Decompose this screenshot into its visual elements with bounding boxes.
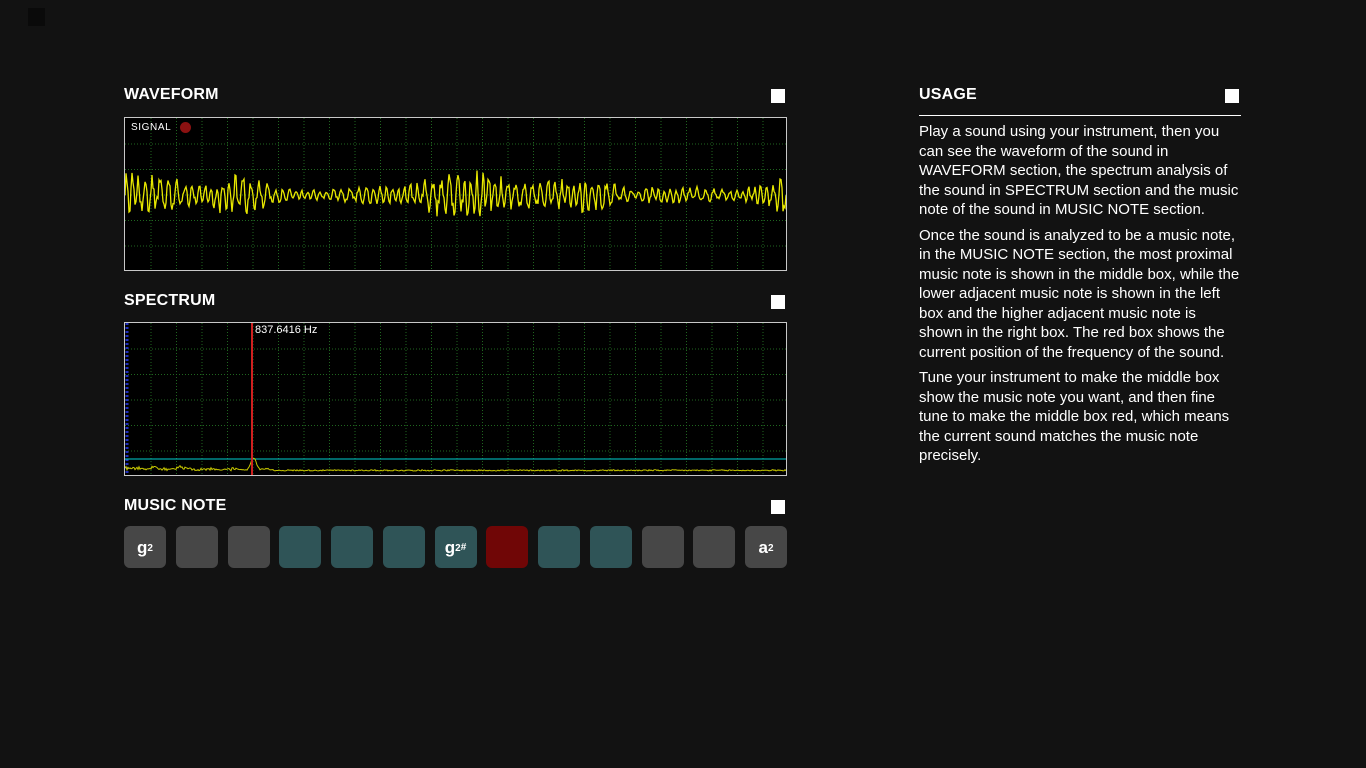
note-box-10 xyxy=(590,526,632,568)
waveform-plot xyxy=(125,118,786,270)
usage-paragraph-3: Tune your instrument to make the middle … xyxy=(919,368,1241,466)
music-note-section-title: MUSIC NOTE xyxy=(124,497,226,514)
usage-section-header: USAGE xyxy=(919,86,1241,106)
note-box-6 xyxy=(383,526,425,568)
note-box-7: g2# xyxy=(435,526,477,568)
waveform-section-square-icon[interactable] xyxy=(771,89,785,103)
signal-legend-label: SIGNAL xyxy=(131,122,171,133)
usage-section-title: USAGE xyxy=(919,86,977,103)
usage-divider xyxy=(919,115,1241,116)
spectrum-section-square-icon[interactable] xyxy=(771,295,785,309)
waveform-legend: SIGNAL xyxy=(131,122,191,133)
waveform-section-title: WAVEFORM xyxy=(124,86,219,103)
music-note-boxes: g2 g2# a2 xyxy=(124,526,787,568)
note-box-8 xyxy=(486,526,528,568)
waveform-section-header: WAVEFORM xyxy=(124,86,787,106)
window-corner-box xyxy=(28,8,45,26)
usage-section-square-icon[interactable] xyxy=(1225,89,1239,103)
spectrum-chart: 837.6416 Hz xyxy=(124,322,787,476)
note-box-2 xyxy=(176,526,218,568)
note-box-12 xyxy=(693,526,735,568)
note-box-1: g2 xyxy=(124,526,166,568)
note-box-11 xyxy=(642,526,684,568)
usage-paragraph-1: Play a sound using your instrument, then… xyxy=(919,122,1241,220)
music-note-section-header: MUSIC NOTE xyxy=(124,497,787,517)
usage-paragraph-2: Once the sound is analyzed to be a music… xyxy=(919,226,1241,363)
waveform-chart: SIGNAL xyxy=(124,117,787,271)
spectrum-section-title: SPECTRUM xyxy=(124,292,215,309)
note-box-3 xyxy=(228,526,270,568)
signal-status-dot-icon xyxy=(180,122,191,133)
peak-frequency-label: 837.6416 Hz xyxy=(255,324,317,336)
spectrum-plot xyxy=(125,323,786,475)
note-box-13: a2 xyxy=(745,526,787,568)
music-note-section-square-icon[interactable] xyxy=(771,500,785,514)
usage-text: Play a sound using your instrument, then… xyxy=(919,122,1241,472)
note-box-5 xyxy=(331,526,373,568)
note-box-9 xyxy=(538,526,580,568)
note-box-4 xyxy=(279,526,321,568)
spectrum-section-header: SPECTRUM xyxy=(124,292,787,312)
